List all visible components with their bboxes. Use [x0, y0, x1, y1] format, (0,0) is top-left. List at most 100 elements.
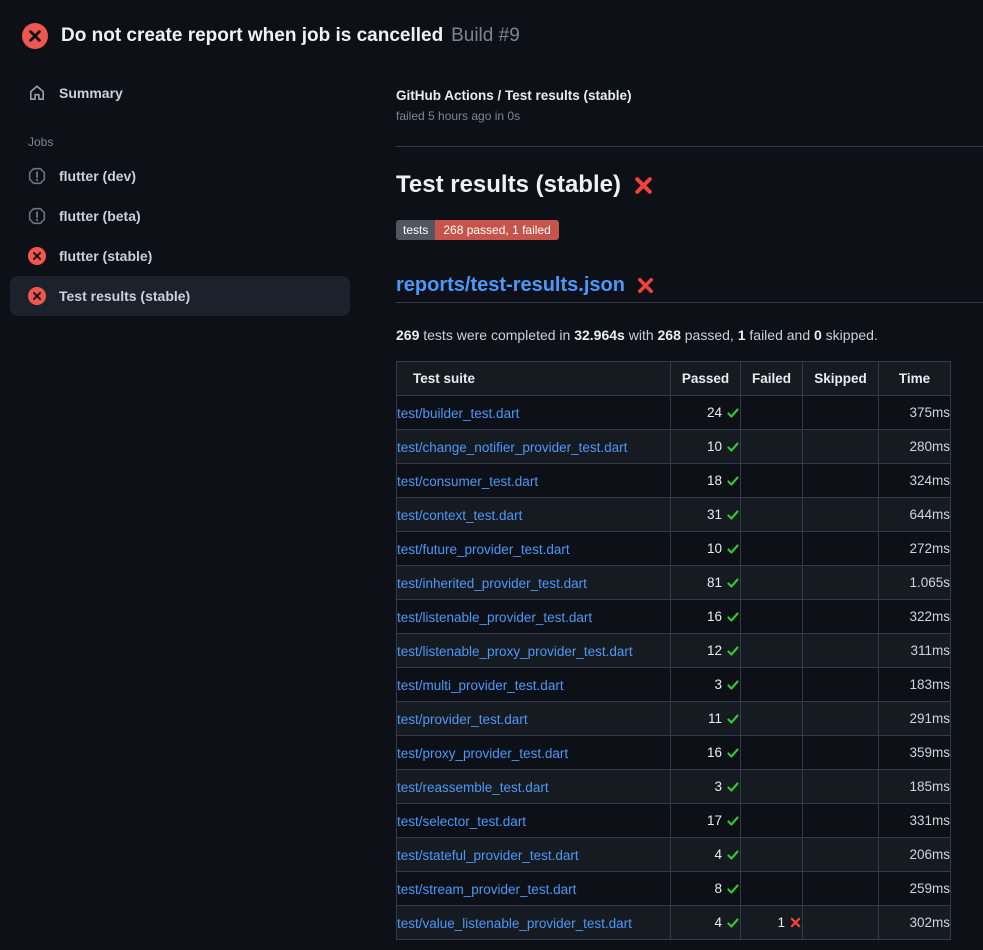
- test-suite-link[interactable]: test/context_test.dart: [397, 508, 522, 523]
- cell-passed: 12: [671, 634, 741, 668]
- cell-test-suite: test/stream_provider_test.dart: [397, 872, 671, 906]
- summary-segment: failed and: [746, 327, 815, 343]
- sidebar-job-item[interactable]: flutter (dev): [10, 156, 350, 196]
- cell-time: 272ms: [879, 532, 951, 566]
- main-content: GitHub Actions / Test results (stable) f…: [396, 56, 983, 940]
- cell-failed: [741, 804, 803, 838]
- check-icon: [726, 474, 740, 488]
- cell-time: 291ms: [879, 702, 951, 736]
- job-item-label: flutter (stable): [59, 248, 152, 264]
- count-value: 81: [707, 575, 722, 590]
- test-suite-link[interactable]: test/builder_test.dart: [397, 406, 519, 421]
- cancelled-icon: [28, 167, 46, 185]
- test-suite-link[interactable]: test/provider_test.dart: [397, 712, 528, 727]
- cell-test-suite: test/value_listenable_provider_test.dart: [397, 906, 671, 940]
- test-suite-link[interactable]: test/inherited_provider_test.dart: [397, 576, 587, 591]
- report-title-row: reports/test-results.json: [396, 274, 983, 303]
- count-value: 4: [714, 915, 722, 930]
- cell-time: 206ms: [879, 838, 951, 872]
- cell-passed: 8: [671, 872, 741, 906]
- cell-failed: [741, 498, 803, 532]
- cell-passed: 10: [671, 532, 741, 566]
- test-suite-link[interactable]: test/selector_test.dart: [397, 814, 526, 829]
- test-suite-link[interactable]: test/multi_provider_test.dart: [397, 678, 564, 693]
- count-value: 4: [714, 847, 722, 862]
- cell-failed: [741, 872, 803, 906]
- count-value: 16: [707, 745, 722, 760]
- table-row: test/consumer_test.dart18324ms: [397, 464, 951, 498]
- cell-test-suite: test/multi_provider_test.dart: [397, 668, 671, 702]
- check-icon: [726, 508, 740, 522]
- x-icon: [789, 916, 802, 929]
- summary-segment: 0: [814, 327, 822, 343]
- run-status-text: failed 5 hours ago in 0s: [396, 109, 983, 123]
- test-suite-link[interactable]: test/stateful_provider_test.dart: [397, 848, 579, 863]
- cell-skipped: [803, 566, 879, 600]
- cell-time: 1.065s: [879, 566, 951, 600]
- table-row: test/stream_provider_test.dart8259ms: [397, 872, 951, 906]
- cell-failed: [741, 770, 803, 804]
- test-suite-link[interactable]: test/change_notifier_provider_test.dart: [397, 440, 627, 455]
- cell-passed: 17: [671, 804, 741, 838]
- section-title: Test results (stable): [396, 171, 621, 199]
- cell-passed: 10: [671, 430, 741, 464]
- column-header-time: Time: [879, 362, 951, 396]
- run-build-number: Build #9: [451, 25, 520, 46]
- cell-failed: [741, 838, 803, 872]
- test-suite-link[interactable]: test/consumer_test.dart: [397, 474, 538, 489]
- sidebar-item-label: Summary: [59, 85, 123, 101]
- count-value: 16: [707, 609, 722, 624]
- cell-failed: [741, 736, 803, 770]
- cell-test-suite: test/future_provider_test.dart: [397, 532, 671, 566]
- cell-test-suite: test/proxy_provider_test.dart: [397, 736, 671, 770]
- report-file-link[interactable]: reports/test-results.json: [396, 274, 625, 297]
- cell-failed: [741, 532, 803, 566]
- count-value: 1: [777, 915, 785, 930]
- failed-status-icon: [22, 23, 48, 49]
- count-value: 11: [708, 711, 722, 726]
- test-suite-link[interactable]: test/stream_provider_test.dart: [397, 882, 576, 897]
- jobs-section-label: Jobs: [10, 135, 350, 149]
- cell-skipped: [803, 872, 879, 906]
- check-icon: [726, 576, 740, 590]
- test-suite-link[interactable]: test/future_provider_test.dart: [397, 542, 570, 557]
- cell-skipped: [803, 906, 879, 940]
- divider: [396, 146, 983, 147]
- sidebar-item-summary[interactable]: Summary: [10, 80, 350, 106]
- summary-segment: 1: [738, 327, 746, 343]
- sidebar-job-item[interactable]: flutter (stable): [10, 236, 350, 276]
- test-suite-link[interactable]: test/listenable_proxy_provider_test.dart: [397, 644, 633, 659]
- cell-skipped: [803, 838, 879, 872]
- sidebar-job-item[interactable]: Test results (stable): [10, 276, 350, 316]
- test-suite-link[interactable]: test/listenable_provider_test.dart: [397, 610, 592, 625]
- cell-passed: 81: [671, 566, 741, 600]
- column-header-passed: Passed: [671, 362, 741, 396]
- cell-failed: [741, 430, 803, 464]
- run-title: Do not create report when job is cancell…: [61, 25, 443, 46]
- cell-test-suite: test/inherited_provider_test.dart: [397, 566, 671, 600]
- home-icon: [28, 84, 46, 102]
- table-row: test/multi_provider_test.dart3183ms: [397, 668, 951, 702]
- check-icon: [726, 780, 740, 794]
- test-suite-link[interactable]: test/reassemble_test.dart: [397, 780, 549, 795]
- cell-passed: 3: [671, 668, 741, 702]
- job-item-label: flutter (dev): [59, 168, 136, 184]
- column-header-failed: Failed: [741, 362, 803, 396]
- cell-skipped: [803, 396, 879, 430]
- sidebar-job-item[interactable]: flutter (beta): [10, 196, 350, 236]
- summary-segment: skipped.: [822, 327, 878, 343]
- check-icon: [726, 712, 740, 726]
- check-icon: [726, 644, 740, 658]
- cell-test-suite: test/listenable_provider_test.dart: [397, 600, 671, 634]
- test-suite-link[interactable]: test/value_listenable_provider_test.dart: [397, 916, 632, 931]
- cell-test-suite: test/builder_test.dart: [397, 396, 671, 430]
- cell-passed: 16: [671, 600, 741, 634]
- check-icon: [726, 542, 740, 556]
- test-suite-link[interactable]: test/proxy_provider_test.dart: [397, 746, 568, 761]
- check-icon: [726, 814, 740, 828]
- cell-test-suite: test/stateful_provider_test.dart: [397, 838, 671, 872]
- table-row: test/builder_test.dart24375ms: [397, 396, 951, 430]
- column-header-test-suite: Test suite: [397, 362, 671, 396]
- count-value: 31: [707, 507, 722, 522]
- cell-failed: [741, 702, 803, 736]
